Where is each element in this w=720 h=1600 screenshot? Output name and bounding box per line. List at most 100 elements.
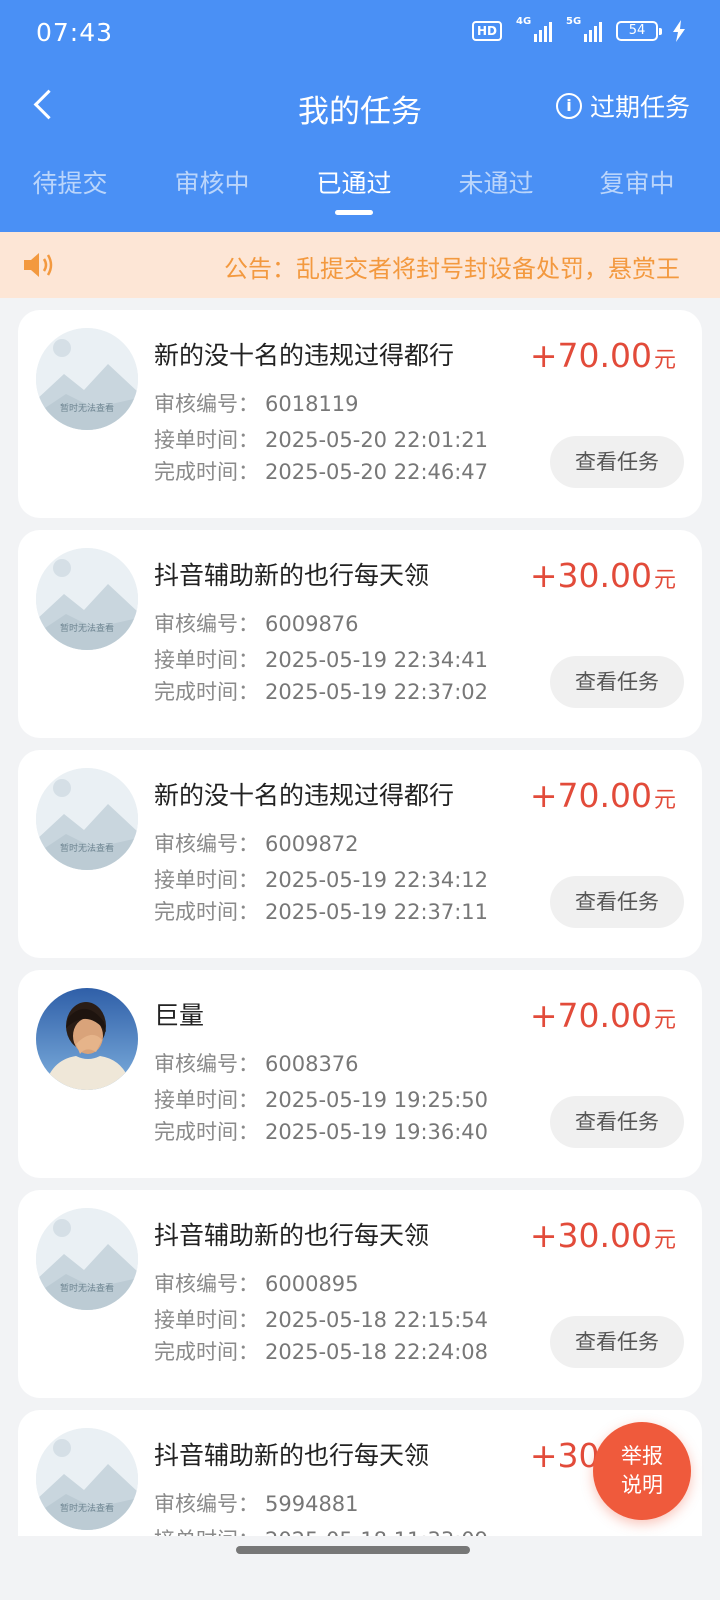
finish-time-value: 2025-05-18 22:24:08 — [265, 1340, 489, 1364]
task-card[interactable]: 暂时无法查看 抖音辅助新的也行每天领 审核编号： 6000895 接单时间： 2025-0… — [18, 1190, 702, 1398]
task-title: 抖音辅助新的也行每天领 — [154, 561, 430, 590]
no-image-text: 暂时无法查看 — [60, 402, 114, 414]
reward-value: +70.00 — [529, 996, 652, 1035]
signal-4g-icon: 4G — [516, 16, 552, 42]
audit-number-label: 审核编号： — [154, 612, 259, 636]
report-instructions-button[interactable]: 举报 说明 — [593, 1422, 691, 1520]
battery-icon: 54 — [616, 21, 662, 41]
task-title: 巨量 — [154, 1001, 205, 1030]
task-list: 暂时无法查看 新的没十名的违规过得都行 审核编号： 6018119 接单时间： 2025-… — [0, 298, 720, 1568]
expired-tasks-button[interactable]: i 过期任务 — [555, 88, 690, 124]
reward-unit: 元 — [653, 1228, 676, 1253]
no-image-text: 暂时无法查看 — [60, 1282, 114, 1294]
finish-time: 完成时间： 2025-05-19 22:37:11 — [154, 896, 488, 926]
nav-bar: 我的任务 i 过期任务 — [0, 72, 720, 142]
status-time: 07:43 — [36, 18, 114, 47]
charging-icon — [673, 20, 685, 42]
finish-time: 完成时间： 2025-05-18 22:24:08 — [154, 1336, 488, 1366]
tab-pending-submit[interactable]: 待提交 — [0, 164, 140, 200]
reward-value: +30.00 — [529, 1216, 652, 1255]
announcement-bar[interactable]: 公告：乱提交者将封号封设备处罚，悬赏王 — [0, 232, 720, 298]
audit-number: 审核编号： 6008376 — [154, 1048, 359, 1078]
accept-time-value: 2025-05-20 22:01:21 — [265, 428, 489, 452]
accept-time: 接单时间： 2025-05-18 22:15:54 — [154, 1304, 488, 1334]
accept-time-label: 接单时间： — [154, 1088, 259, 1112]
finish-time-label: 完成时间： — [154, 680, 259, 704]
view-task-button[interactable]: 查看任务 — [550, 1096, 684, 1148]
accept-time-value: 2025-05-19 22:34:12 — [265, 868, 489, 892]
audit-number-value: 6018119 — [265, 392, 359, 416]
finish-time-value: 2025-05-19 22:37:11 — [265, 900, 489, 924]
task-card[interactable]: 暂时无法查看 抖音辅助新的也行每天领 审核编号： 6009876 接单时间： 2025-0… — [18, 530, 702, 738]
view-task-button[interactable]: 查看任务 — [550, 876, 684, 928]
reward-amount: +30.00元 — [530, 556, 676, 595]
task-avatar — [36, 988, 138, 1090]
accept-time: 接单时间： 2025-05-19 22:34:41 — [154, 644, 488, 674]
finish-time: 完成时间： 2025-05-19 22:37:02 — [154, 676, 488, 706]
task-card[interactable]: 暂时无法查看 新的没十名的违规过得都行 审核编号： 6018119 接单时间： 2025-… — [18, 310, 702, 518]
audit-number: 审核编号： 6018119 — [154, 388, 359, 418]
image-placeholder-icon: 暂时无法查看 — [36, 768, 138, 870]
image-placeholder-icon: 暂时无法查看 — [36, 1208, 138, 1310]
status-tabs: 待提交 审核中 已通过 未通过 复审中 — [0, 164, 720, 224]
task-title: 抖音辅助新的也行每天领 — [154, 1441, 430, 1470]
finish-time-value: 2025-05-20 22:46:47 — [265, 460, 489, 484]
accept-time: 接单时间： 2025-05-19 22:34:12 — [154, 864, 488, 894]
accept-time-label: 接单时间： — [154, 428, 259, 452]
announcement-text: 公告：乱提交者将封号封设备处罚，悬赏王 — [224, 255, 680, 283]
finish-time-label: 完成时间： — [154, 1120, 259, 1144]
audit-number-value: 6008376 — [265, 1052, 359, 1076]
no-image-text: 暂时无法查看 — [60, 622, 114, 634]
reward-unit: 元 — [653, 788, 676, 813]
home-indicator[interactable] — [236, 1546, 470, 1554]
reward-value: +70.00 — [529, 336, 652, 375]
task-title: 新的没十名的违规过得都行 — [154, 341, 455, 370]
audit-number-value: 6000895 — [265, 1272, 359, 1296]
tab-re-review[interactable]: 复审中 — [567, 164, 707, 200]
image-placeholder-icon: 暂时无法查看 — [36, 548, 138, 650]
reward-amount: +70.00元 — [530, 996, 676, 1035]
accept-time-label: 接单时间： — [154, 1308, 259, 1332]
audit-number: 审核编号： 6000895 — [154, 1268, 359, 1298]
task-card[interactable]: 巨量 审核编号： 6008376 接单时间： 2025-05-19 19:25:50 完成… — [18, 970, 702, 1178]
expired-tasks-label: 过期任务 — [589, 93, 690, 122]
accept-time: 接单时间： 2025-05-20 22:01:21 — [154, 424, 488, 454]
audit-number-label: 审核编号： — [154, 1272, 259, 1296]
reward-amount: +70.00元 — [530, 776, 676, 815]
audit-number: 审核编号： 5994881 — [154, 1488, 359, 1518]
view-task-button[interactable]: 查看任务 — [550, 656, 684, 708]
reward-value: +30.00 — [529, 556, 652, 595]
accept-time-value: 2025-05-19 19:25:50 — [265, 1088, 489, 1112]
audit-number-value: 6009876 — [265, 612, 359, 636]
finish-time-label: 完成时间： — [154, 1340, 259, 1364]
finish-time-value: 2025-05-19 22:37:02 — [265, 680, 489, 704]
audit-number: 审核编号： 6009872 — [154, 828, 359, 858]
finish-time-label: 完成时间： — [154, 900, 259, 924]
signal-5g-icon: 5G — [566, 16, 602, 42]
task-title: 抖音辅助新的也行每天领 — [154, 1221, 430, 1250]
audit-number-label: 审核编号： — [154, 832, 259, 856]
speaker-icon — [24, 253, 53, 277]
finish-time: 完成时间： 2025-05-19 19:36:40 — [154, 1116, 488, 1146]
tab-approved[interactable]: 已通过 — [284, 164, 424, 215]
accept-time-value: 2025-05-19 22:34:41 — [265, 648, 489, 672]
accept-time-label: 接单时间： — [154, 648, 259, 672]
status-bar: 07:43 HD 4G 5G 54 — [0, 0, 720, 64]
reward-value: +70.00 — [529, 776, 652, 815]
tab-rejected[interactable]: 未通过 — [426, 164, 566, 200]
image-placeholder-icon: 暂时无法查看 — [36, 1428, 138, 1530]
app-header: 07:43 HD 4G 5G 54 我的任务 i 过期任务 待提交 审核中 已通… — [0, 0, 720, 232]
finish-time-value: 2025-05-19 19:36:40 — [265, 1120, 489, 1144]
reward-unit: 元 — [653, 348, 676, 373]
accept-time-value: 2025-05-18 22:15:54 — [265, 1308, 489, 1332]
hd-icon: HD — [471, 21, 502, 41]
view-task-button[interactable]: 查看任务 — [550, 436, 684, 488]
finish-time-label: 完成时间： — [154, 460, 259, 484]
audit-number-label: 审核编号： — [154, 1052, 259, 1076]
view-task-button[interactable]: 查看任务 — [550, 1316, 684, 1368]
accept-time-label: 接单时间： — [154, 868, 259, 892]
task-card[interactable]: 暂时无法查看 新的没十名的违规过得都行 审核编号： 6009872 接单时间： 2025-… — [18, 750, 702, 958]
no-image-text: 暂时无法查看 — [60, 1502, 114, 1514]
task-title: 新的没十名的违规过得都行 — [154, 781, 455, 810]
tab-under-review[interactable]: 审核中 — [142, 164, 282, 200]
